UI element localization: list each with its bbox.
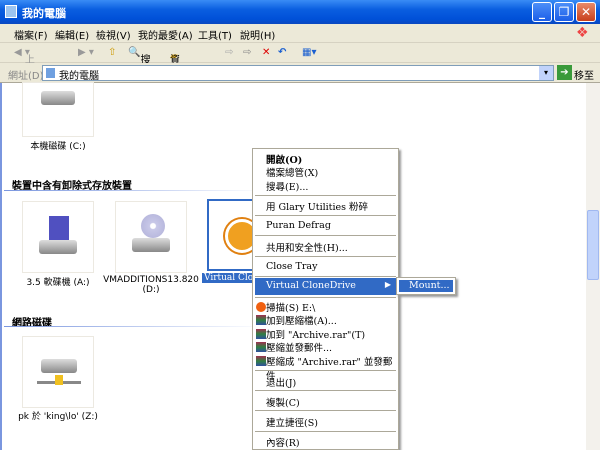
menu-edit[interactable]: 編輯(E) (55, 27, 89, 42)
menu-file[interactable]: 檔案(F) (14, 27, 48, 42)
winrar-icon (256, 315, 266, 325)
separator (255, 431, 396, 432)
close-button[interactable]: ✕ (576, 2, 596, 22)
separator (255, 370, 396, 371)
drive-c-label[interactable]: 本機磁碟 (C:) (8, 139, 108, 152)
address-label: 網址(D) (8, 71, 44, 82)
separator (255, 215, 396, 216)
toolbar: ◀ 上一頁 ▾ ▶ ▾ ⇧ 🔍搜尋 ▰資料夾 ⇨ ⇨ ✕ ↶ ▦▾ (0, 43, 600, 96)
menu-tools[interactable]: 工具(T) (198, 27, 232, 42)
floppy-icon (49, 216, 69, 242)
drive-a[interactable] (22, 201, 94, 273)
views-icon[interactable]: ▦▾ (302, 47, 316, 58)
menu-close-tray[interactable]: Close Tray (266, 261, 317, 272)
copy-to-icon[interactable]: ⇨ (243, 47, 251, 58)
menu-compress-email[interactable]: 壓縮並發郵件... (266, 340, 332, 354)
go-arrow-icon[interactable]: ➔ (557, 65, 572, 80)
separator (255, 410, 396, 411)
delete-icon[interactable]: ✕ (262, 47, 270, 58)
scan-icon (256, 302, 266, 312)
forward-button[interactable]: ▶ ▾ (78, 47, 94, 58)
context-menu: 開啟(O) 檔案總管(X) 搜尋(E)... 用 Glary Utilities… (252, 148, 399, 450)
windows-logo-icon: ❖ (576, 25, 589, 41)
drive-a-label[interactable]: 3.5 軟碟機 (A:) (8, 275, 108, 288)
menu-bar: 檔案(F) 編輯(E) 檢視(V) 我的最愛(A) 工具(T) 說明(H) ❖ (0, 24, 600, 43)
menu-mount[interactable]: Mount... (399, 280, 453, 292)
separator (255, 276, 396, 277)
window-title: 我的電腦 (22, 7, 66, 20)
separator (255, 390, 396, 391)
menu-add-archive-rar[interactable]: 加到 "Archive.rar"(T) (266, 327, 365, 341)
group-divider (4, 190, 264, 191)
menu-help[interactable]: 說明(H) (240, 27, 275, 42)
menu-virtual-clonedrive-label: Virtual CloneDrive (266, 280, 356, 291)
winrar-icon (256, 356, 266, 366)
menu-open[interactable]: 開啟(O) (266, 152, 302, 166)
separator (255, 195, 396, 196)
separator (255, 256, 396, 257)
undo-icon[interactable]: ↶ (278, 47, 286, 58)
submenu: Mount... (396, 277, 456, 295)
menu-add-archive[interactable]: 加到壓縮檔(A)... (266, 313, 337, 327)
scrollbar-thumb[interactable] (587, 210, 599, 280)
drive-icon (39, 240, 77, 254)
separator (255, 297, 396, 298)
minimize-button[interactable]: _ (532, 2, 552, 22)
menu-explore[interactable]: 檔案總管(X) (266, 165, 318, 179)
menu-search[interactable]: 搜尋(E)... (266, 179, 308, 193)
go-button[interactable]: 移至 (574, 67, 594, 82)
network-node (55, 375, 63, 385)
winrar-icon (256, 342, 266, 352)
up-folder-icon[interactable]: ⇧ (108, 47, 116, 58)
drive-c[interactable] (22, 82, 94, 137)
menu-copy[interactable]: 複製(C) (266, 395, 300, 409)
separator (255, 235, 396, 236)
menu-sharing-security[interactable]: 共用和安全性(H)... (266, 240, 348, 254)
group-divider (4, 326, 264, 327)
network-drive-icon (41, 359, 77, 373)
winrar-icon (256, 329, 266, 339)
computer-icon (5, 5, 17, 18)
menu-glary-shred[interactable]: 用 Glary Utilities 粉碎 (266, 199, 368, 213)
back-button[interactable]: ◀ 上一頁 ▾ (14, 47, 35, 96)
menu-view[interactable]: 檢視(V) (96, 27, 131, 42)
drive-z[interactable] (22, 336, 94, 408)
menu-create-shortcut[interactable]: 建立捷徑(S) (266, 415, 318, 429)
address-bar: 網址(D) 我的電腦 ▾ ➔ 移至 (0, 63, 600, 83)
address-input[interactable]: 我的電腦 ▾ (42, 65, 554, 82)
search-button[interactable]: 🔍搜尋 (128, 47, 150, 81)
computer-icon (46, 68, 55, 78)
menu-scan[interactable]: 掃描(S) E:\ (266, 300, 315, 314)
restore-button[interactable]: ❐ (554, 2, 574, 22)
drive-d-label[interactable]: VMADDITIONS13.820 (D:) (100, 275, 202, 295)
menu-puran-defrag[interactable]: Puran Defrag (266, 220, 331, 231)
cd-icon (141, 214, 165, 238)
submenu-arrow-icon: ▶ (384, 280, 391, 289)
address-value: 我的電腦 (59, 71, 99, 82)
menu-virtual-clonedrive[interactable]: Virtual CloneDrive ▶ (255, 278, 396, 295)
title-bar: 我的電腦 _ ❐ ✕ (0, 0, 600, 24)
drive-icon (132, 238, 170, 252)
hard-disk-icon (41, 91, 75, 105)
move-to-icon[interactable]: ⇨ (225, 47, 233, 58)
drive-z-label[interactable]: pk 於 'king\lo' (Z:) (8, 409, 108, 422)
menu-properties[interactable]: 內容(R) (266, 435, 300, 449)
address-dropdown-button[interactable]: ▾ (539, 66, 553, 80)
menu-eject[interactable]: 退出(J) (266, 375, 296, 389)
drive-d[interactable] (115, 201, 187, 273)
menu-favorites[interactable]: 我的最愛(A) (138, 27, 193, 42)
